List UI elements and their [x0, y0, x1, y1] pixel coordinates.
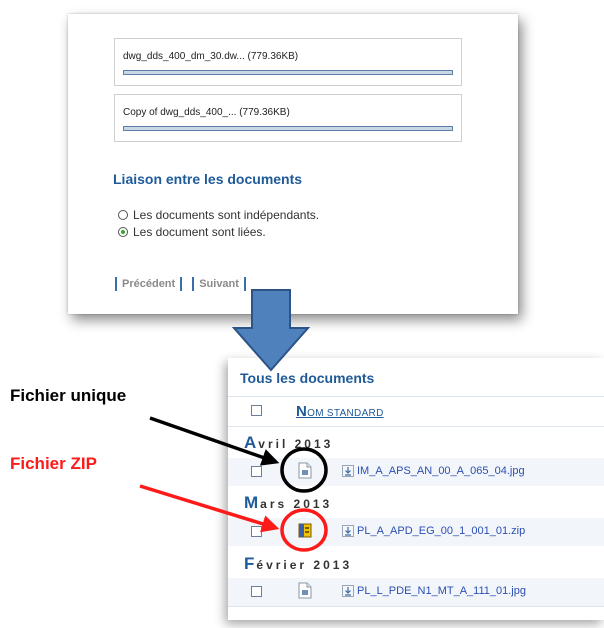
document-icon[interactable] [298, 462, 312, 479]
table-row: PL_A_APD_EG_00_1_001_01.zip [228, 518, 604, 546]
radio-label: Les document sont liées. [133, 225, 266, 239]
upload-progress-fill [124, 71, 452, 74]
row-checkbox[interactable] [251, 586, 262, 597]
radio-label: Les documents sont indépendants. [133, 208, 320, 222]
group-label: vril 2013 [258, 437, 334, 451]
wizard-nav: Précédent Suivant [110, 277, 251, 291]
row-checkbox[interactable] [251, 526, 262, 537]
select-all-checkbox[interactable] [251, 405, 262, 416]
radio-button[interactable] [118, 210, 128, 220]
download-icon[interactable] [342, 465, 354, 477]
upload-progress-bar [123, 70, 453, 75]
download-icon[interactable] [342, 525, 354, 537]
table-row: PL_L_PDE_N1_MT_A_111_01.jpg [228, 578, 604, 606]
zip-archive-icon[interactable] [298, 522, 312, 539]
upload-file-item: Copy of dwg_dds_400_... (779.36KB) [114, 94, 462, 142]
column-header-initial: N [296, 403, 308, 420]
divider [228, 396, 604, 397]
group-initial: A [244, 433, 259, 452]
radio-linked[interactable]: Les document sont liées. [118, 225, 266, 239]
file-link[interactable]: PL_L_PDE_N1_MT_A_111_01.jpg [357, 585, 526, 597]
upload-file-name: Copy of dwg_dds_400_... (779.36KB) [123, 107, 290, 118]
link-section-title: Liaison entre les documents [113, 171, 303, 187]
nav-divider [115, 277, 117, 291]
divider [228, 426, 604, 427]
down-arrow-icon [232, 289, 311, 372]
group-initial: F [244, 554, 257, 573]
file-link[interactable]: PL_A_APD_EG_00_1_001_01.zip [357, 525, 525, 537]
download-icon[interactable] [342, 585, 354, 597]
upload-panel: dwg_dds_400_dm_30.dw... (779.36KB) Copy … [68, 14, 518, 314]
upload-file-name: dwg_dds_400_dm_30.dw... (779.36KB) [123, 51, 299, 62]
radio-button[interactable] [118, 227, 128, 237]
group-heading: Avril 2013 [244, 433, 333, 453]
row-checkbox[interactable] [251, 466, 262, 477]
upload-file-item: dwg_dds_400_dm_30.dw... (779.36KB) [114, 38, 462, 86]
group-initial: M [244, 493, 261, 512]
group-heading: Mars 2013 [244, 493, 332, 513]
group-heading: Février 2013 [244, 554, 352, 574]
documents-panel: Tous les documents NOM STANDARD Avril 20… [228, 358, 604, 620]
upload-progress-fill [124, 127, 452, 130]
divider [228, 606, 604, 607]
column-header-rest: OM STANDARD [307, 408, 384, 419]
radio-independent[interactable]: Les documents sont indépendants. [118, 208, 319, 222]
file-link[interactable]: IM_A_APS_AN_00_A_065_04.jpg [357, 465, 525, 477]
nav-divider [192, 277, 195, 291]
annotation-zip-file: Fichier ZIP [10, 454, 97, 473]
group-label: ars 2013 [260, 497, 333, 511]
documents-title: Tous les documents [240, 370, 375, 386]
annotation-single-file: Fichier unique [10, 386, 127, 405]
column-header-name[interactable]: NOM STANDARD [296, 403, 384, 420]
nav-divider [180, 277, 183, 291]
group-label: évrier 2013 [256, 558, 353, 572]
document-icon[interactable] [298, 582, 312, 599]
upload-progress-bar [123, 126, 453, 131]
previous-button[interactable]: Précédent [122, 278, 175, 290]
table-row: IM_A_APS_AN_00_A_065_04.jpg [228, 458, 604, 486]
